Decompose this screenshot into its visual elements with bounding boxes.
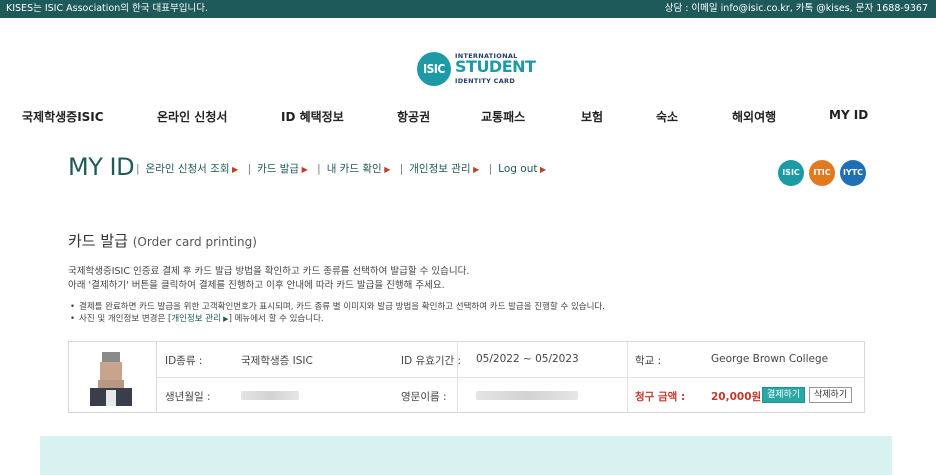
nav-item-isic[interactable]: 국제학생증ISIC [22,108,104,125]
note-item: 사진 및 개인정보 변경은 [개인정보 관리 ▶] 메뉴에서 할 수 있습니다. [70,313,605,325]
id-type-label: ID종류 : [165,355,203,367]
isic-logo[interactable]: ISIC INTERNATIONAL STUDENT IDENTITY CARD [417,50,536,86]
eng-name-value-redacted [476,391,578,400]
link-personal-info[interactable]: 개인정보 관리 [409,163,470,175]
nav-item-insurance[interactable]: 보험 [581,108,603,125]
nav-item-overseas-travel[interactable]: 해외여행 [732,108,776,125]
footer-band [40,436,892,475]
link-card-issue[interactable]: 카드 발급 [257,163,299,175]
arrow-right-icon: ▶ [470,165,480,174]
nav-item-airfare[interactable]: 항공권 [397,108,430,125]
logo-line-3: IDENTITY CARD [455,77,516,85]
id-type-value: 국제학생증 ISIC [241,355,313,367]
logo-line-2: STUDENT [455,57,536,76]
nav-item-online-application[interactable]: 온라인 신청서 [157,108,227,125]
eng-name-label: 영문이름 : [401,391,447,403]
section-title-en: (Order card printing) [132,235,257,249]
photo-cell [69,342,157,412]
birth-label: 생년월일 : [165,391,211,403]
arrow-right-icon: ▶ [381,165,391,174]
profile-photo [88,350,134,406]
row-divider [157,377,864,378]
link-application-lookup[interactable]: 온라인 신청서 조회 [146,163,230,175]
note-item: 결제를 완료하면 카드 발급을 위한 고객확인번호가 표시되며, 카드 종류 별… [70,301,605,313]
note-2-suffix: ] 메뉴에서 할 수 있습니다. [228,314,324,324]
card-info-table: ID종류 : 국제학생증 ISIC ID 유효기간 : 05/2022 ~ 05… [68,341,865,413]
arrow-right-icon: ▶ [299,165,308,174]
pay-button[interactable]: 결제하기 [762,387,806,403]
school-value: George Brown College [711,353,829,365]
price-value: 20,000원 [711,391,762,403]
validity-value: 05/2022 ~ 05/2023 [476,353,579,365]
description-line-2: 아래 '결제하기' 버튼을 클릭하여 결제를 진행하고 이후 안내에 따라 카드… [68,280,445,291]
itic-badge-icon[interactable]: ITIC [809,160,835,186]
section-description: 국제학생증ISIC 인증료 결제 후 카드 발급 방법을 확인하고 카드 종류를… [68,265,469,293]
arrow-right-icon: ▶ [220,315,229,323]
note-2-prefix: 사진 및 개인정보 변경은 [ [79,314,172,324]
arrow-right-icon: ▶ [537,165,547,174]
nav-item-my-id[interactable]: MY ID [829,108,868,122]
isic-logo-circle: ISIC [417,52,451,86]
nav-item-id-benefits[interactable]: ID 혜택정보 [281,108,344,125]
top-bar-left-text: KISES는 ISIC Association의 한국 대표부입니다. [6,3,208,14]
note-1-text: 결제를 완료하면 카드 발급을 위한 고객확인번호가 표시되며, 카드 종류 별… [79,302,605,312]
link-my-card[interactable]: 내 카드 확인 [327,163,382,175]
isic-badge-icon[interactable]: ISIC [778,160,804,186]
section-title: 카드 발급 (Order card printing) [68,230,257,251]
arrow-right-icon: ▶ [229,165,239,174]
school-label: 학교 : [635,355,662,367]
personal-info-link[interactable]: 개인정보 관리 [171,314,221,324]
birth-value-redacted [241,391,299,400]
main-nav: 국제학생증ISIC 온라인 신청서 ID 혜택정보 항공권 교통패스 보험 숙소… [0,108,936,126]
description-line-1: 국제학생증ISIC 인증료 결제 후 카드 발급 방법을 확인하고 카드 종류를… [68,266,470,277]
iytc-badge-icon[interactable]: IYTC [840,160,866,186]
myid-sub-navigation: | 온라인 신청서 조회 ▶ | 카드 발급 ▶ | 내 카드 확인 ▶ | 개인정보 … [136,163,547,175]
page-title: MY ID [68,153,135,181]
column-divider [627,342,628,412]
top-bar-contact-text: 상담 : 이메일 info@isic.co.kr, 카톡 @kises, 문자 … [664,3,928,14]
nav-item-accommodation[interactable]: 숙소 [656,108,678,125]
top-info-bar: KISES는 ISIC Association의 한국 대표부입니다. 상담 :… [0,0,936,18]
validity-label: ID 유효기간 : [401,355,462,367]
notes-list: 결제를 완료하면 카드 발급을 위한 고객확인번호가 표시되며, 카드 종류 별… [70,301,605,325]
price-label: 청구 금액 : [635,391,686,403]
section-title-ko: 카드 발급 [68,232,128,250]
delete-button[interactable]: 삭제하기 [809,387,853,403]
nav-item-transport-pass[interactable]: 교통패스 [481,108,525,125]
link-logout[interactable]: Log out [498,163,537,175]
